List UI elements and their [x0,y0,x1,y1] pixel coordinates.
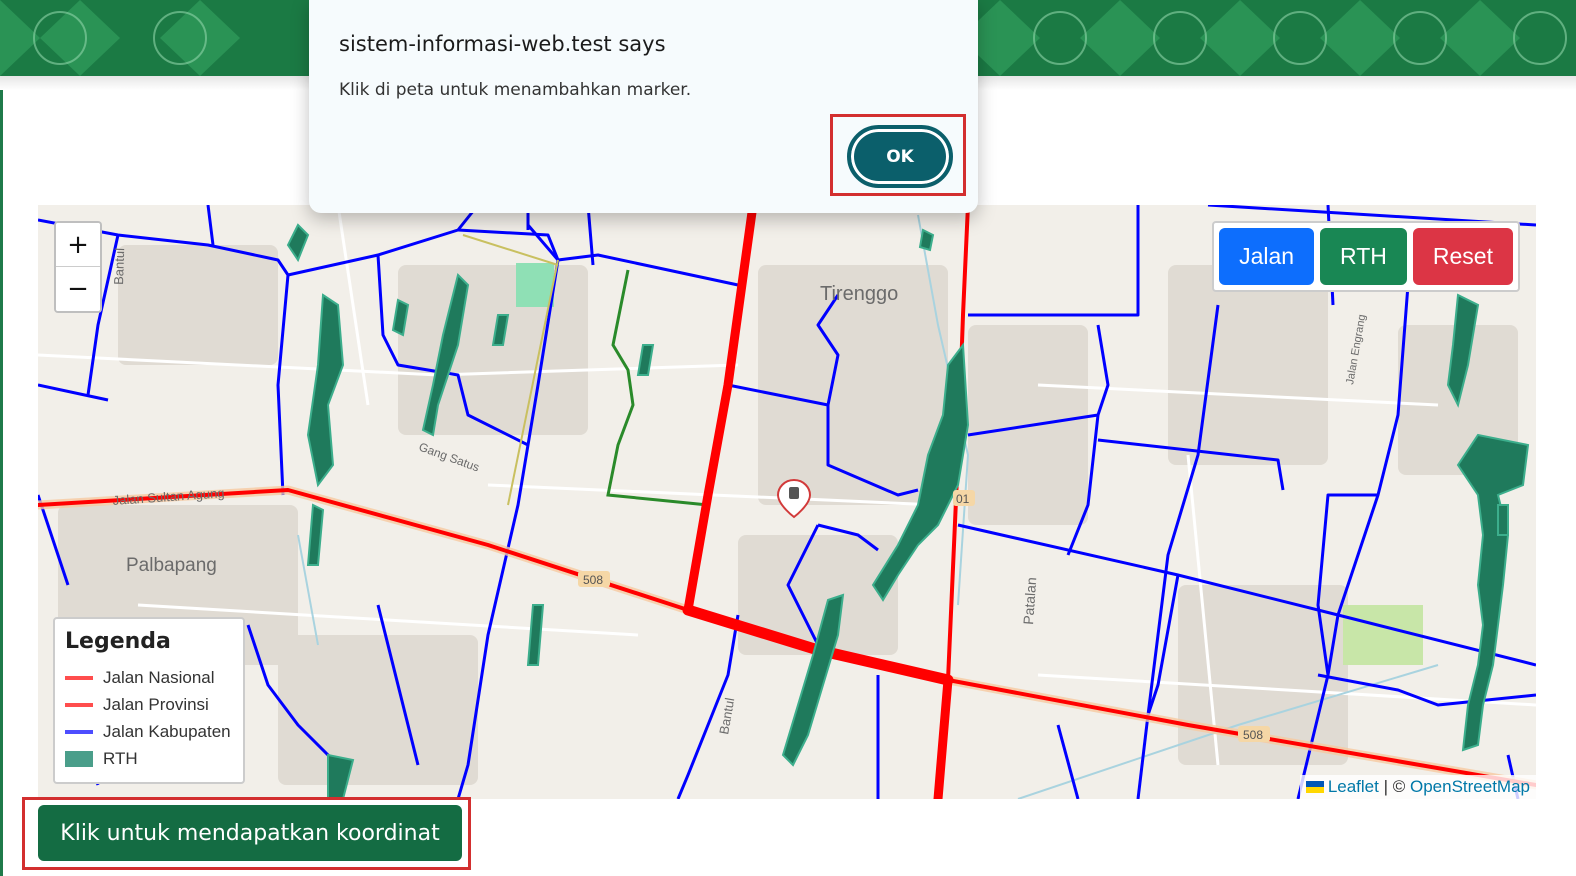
label-jalan-engrang: Jalan Engrang [1344,314,1368,386]
reset-layer-button[interactable]: Reset [1412,228,1513,285]
legend-label: Jalan Nasional [103,667,215,687]
legend-item: Jalan Nasional [65,664,233,691]
alert-dialog: sistem-informasi-web.test says Klik di p… [309,0,978,213]
legend-item: Jalan Provinsi [65,691,233,718]
label-palbapang: Palbapang [126,555,217,576]
label-gang-satus: Gang Satus [417,440,481,475]
zoom-in-button[interactable]: + [56,223,100,267]
legend-title: Legenda [65,629,171,654]
label-patalan: Patalan [1020,577,1039,625]
map-marker-icon[interactable] [776,478,812,519]
page: an [0,0,1576,876]
left-border [0,0,3,876]
legend-swatch-kabupaten [65,729,93,734]
label-road-508: 508 [583,573,603,587]
legend-item: RTH [65,745,233,772]
legend-label: RTH [103,748,138,768]
dialog-title: sistem-informasi-web.test says [339,32,666,56]
legend-swatch-nasional [65,675,93,680]
map-canvas[interactable]: Tirenggo Palbapang Bantul Bantul Patalan… [38,205,1536,799]
legend-item: Jalan Kabupaten [65,718,233,745]
legend-label: Jalan Provinsi [103,694,209,714]
get-coordinates-button[interactable]: Klik untuk mendapatkan koordinat [38,805,462,861]
rth-layer-button[interactable]: RTH [1320,228,1407,285]
label-jalan-sultan-agung: Jalan Sultan Agung [112,485,225,508]
attribution-separator: | © [1378,777,1410,796]
label-road-01: 01 [956,492,970,506]
legend-swatch-rth [65,750,93,767]
jalan-layer-button[interactable]: Jalan [1219,228,1315,285]
map[interactable]: Tirenggo Palbapang Bantul Bantul Patalan… [38,205,1536,799]
dialog-message: Klik di peta untuk menambahkan marker. [339,80,692,100]
label-tirenggo: Tirenggo [820,283,898,305]
map-legend: Legenda Jalan Nasional Jalan Provinsi Ja… [53,617,245,784]
layer-control: Jalan RTH Reset [1212,221,1520,292]
legend-swatch-provinsi [65,702,93,707]
zoom-out-button[interactable]: − [56,267,100,311]
ok-button[interactable]: OK [847,125,953,188]
leaflet-link[interactable]: Leaflet [1328,777,1379,796]
label-bantul-1: Bantul [111,248,127,285]
label-road-508b: 508 [1243,728,1263,742]
zoom-control: + − [54,221,102,313]
label-bantul-2: Bantul [716,697,737,736]
ukraine-flag-icon [1305,781,1324,793]
openstreetmap-link[interactable]: OpenStreetMap [1410,777,1530,796]
legend-label: Jalan Kabupaten [103,721,231,741]
map-attribution: Leaflet | © OpenStreetMap [1299,775,1536,799]
